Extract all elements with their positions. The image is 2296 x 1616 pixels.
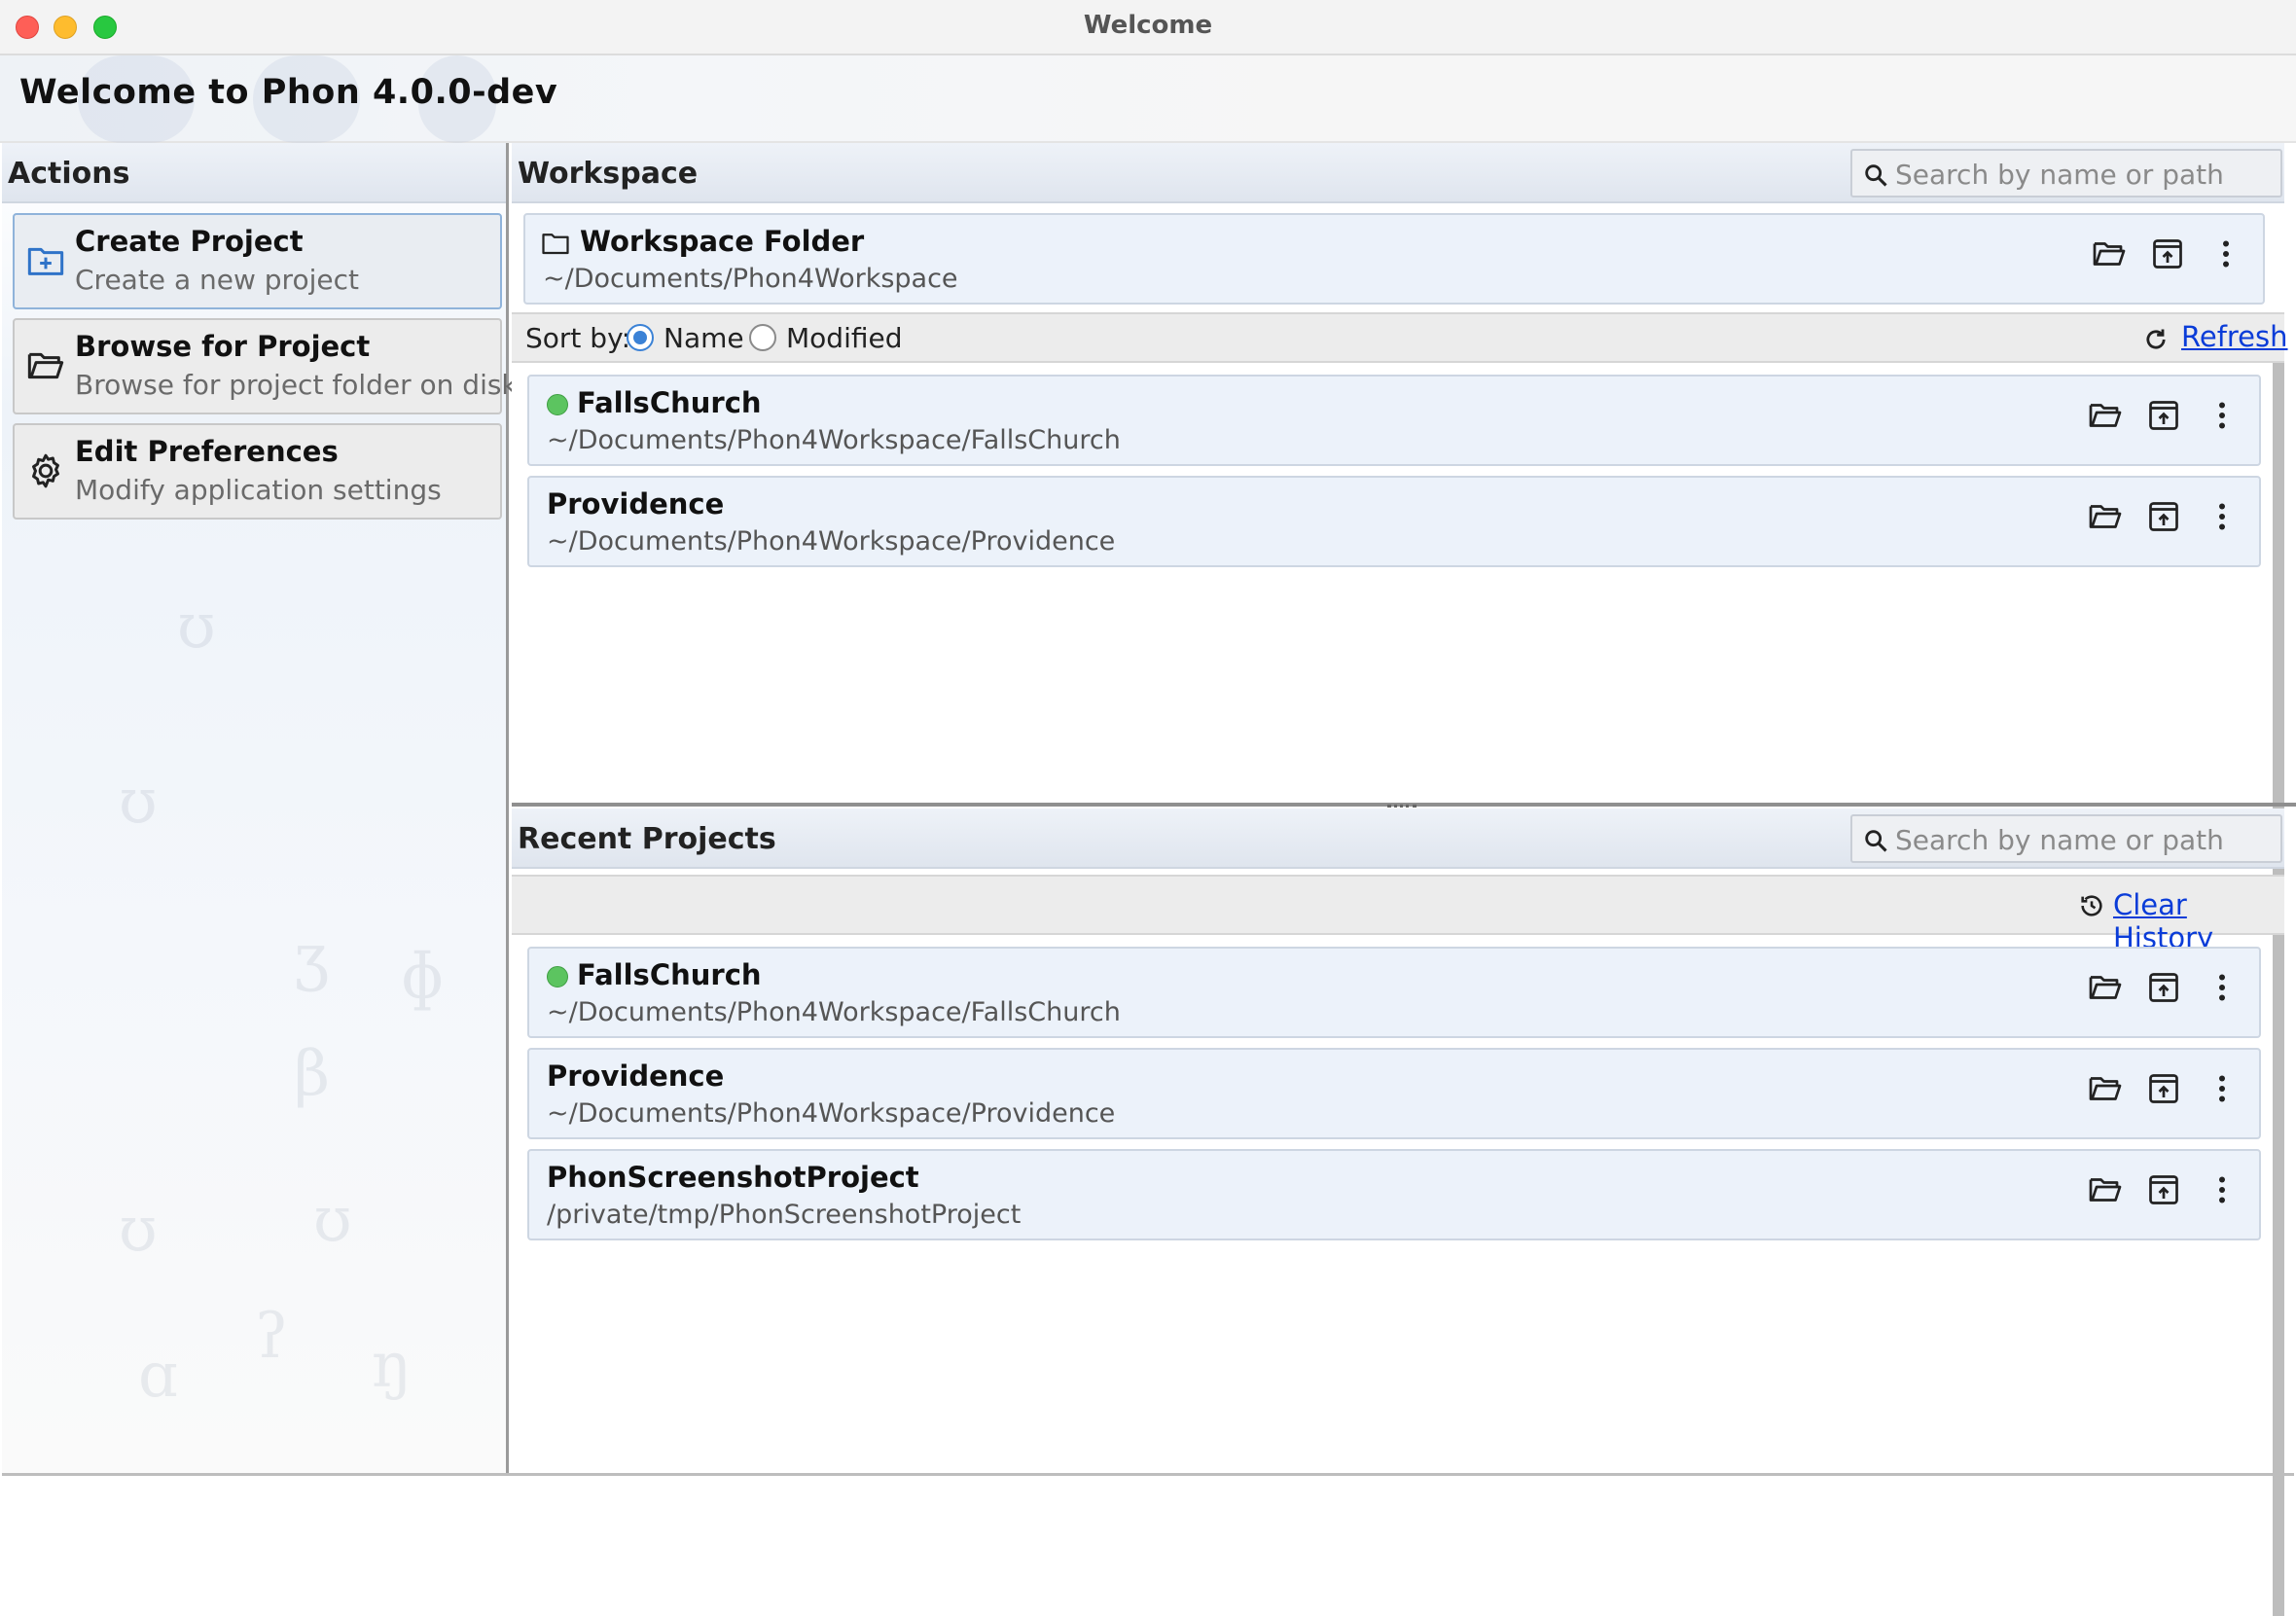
workspace-project-card[interactable]: FallsChurch ~/Documents/Phon4Workspace/F… bbox=[527, 375, 2261, 466]
project-actions bbox=[2088, 398, 2240, 437]
folder-plus-icon bbox=[27, 247, 64, 275]
window-title: Welcome bbox=[1083, 11, 1213, 40]
workspace-search-input[interactable] bbox=[1895, 156, 2275, 193]
header-banner: Welcome to Phon 4.0.0-dev bbox=[0, 55, 2296, 143]
recent-search[interactable] bbox=[1850, 814, 2282, 863]
gear-icon bbox=[32, 453, 59, 488]
background-glyph: ʔ bbox=[255, 1301, 289, 1373]
open-project-icon[interactable] bbox=[2146, 398, 2181, 433]
recent-project-card[interactable]: Providence ~/Documents/Phon4Workspace/Pr… bbox=[527, 1048, 2261, 1139]
refresh-link[interactable]: Refresh bbox=[2181, 320, 2288, 353]
window-bottom-border bbox=[2, 1473, 2294, 1476]
recent-project-card[interactable]: PhonScreenshotProject /private/tmp/PhonS… bbox=[527, 1149, 2261, 1240]
show-in-finder-icon[interactable] bbox=[2092, 236, 2127, 271]
page-title: Welcome to Phon 4.0.0-dev bbox=[19, 73, 558, 112]
project-name: FallsChurch bbox=[577, 958, 762, 991]
show-in-finder-icon[interactable] bbox=[2088, 398, 2123, 433]
search-icon bbox=[1862, 827, 1889, 854]
background-glyph: ʊ bbox=[313, 1184, 352, 1256]
create-project-button[interactable]: Create Project Create a new project bbox=[13, 213, 502, 309]
actions-header: Actions bbox=[2, 143, 506, 203]
project-name: Providence bbox=[547, 1059, 725, 1093]
clear-history-link[interactable]: Clear History bbox=[2113, 888, 2284, 954]
project-open-indicator bbox=[547, 394, 568, 415]
project-path: ~/Documents/Phon4Workspace/Providence bbox=[547, 1098, 1116, 1129]
recent-project-card[interactable]: FallsChurch ~/Documents/Phon4Workspace/F… bbox=[527, 947, 2261, 1038]
edit-preferences-description: Modify application settings bbox=[75, 474, 442, 506]
recent-toolbar: Clear History bbox=[512, 875, 2284, 954]
open-project-icon[interactable] bbox=[2146, 970, 2181, 1005]
project-name: PhonScreenshotProject bbox=[547, 1161, 919, 1194]
more-options-icon[interactable] bbox=[2205, 1172, 2240, 1207]
title-bar: Welcome bbox=[0, 0, 2296, 55]
project-actions bbox=[2088, 970, 2240, 1009]
background-glyph: ʊ bbox=[119, 1194, 158, 1266]
open-project-icon[interactable] bbox=[2146, 1172, 2181, 1207]
main-area: Workspace Workspace Folder ~/Documents/P… bbox=[512, 143, 2296, 1616]
show-in-finder-icon[interactable] bbox=[2088, 1071, 2123, 1106]
sort-name-label[interactable]: Name bbox=[664, 322, 744, 354]
workspace-folder-actions bbox=[2092, 236, 2243, 275]
more-options-icon[interactable] bbox=[2205, 1071, 2240, 1106]
more-options-icon[interactable] bbox=[2205, 499, 2240, 534]
project-path: /private/tmp/PhonScreenshotProject bbox=[547, 1200, 1022, 1230]
project-open-indicator bbox=[547, 966, 568, 988]
folder-icon bbox=[542, 233, 569, 255]
sort-modified-label[interactable]: Modified bbox=[786, 322, 902, 354]
workspace-title: Workspace bbox=[518, 157, 699, 191]
welcome-window: Welcome Welcome to Phon 4.0.0-dev ʊ ʊ ʒ … bbox=[0, 0, 2296, 1616]
sort-modified-radio[interactable] bbox=[749, 324, 776, 351]
recent-search-input[interactable] bbox=[1895, 821, 2275, 858]
open-window-icon[interactable] bbox=[2150, 236, 2185, 271]
show-in-finder-icon[interactable] bbox=[2088, 1172, 2123, 1207]
workspace-project-card[interactable]: Providence ~/Documents/Phon4Workspace/Pr… bbox=[527, 476, 2261, 567]
project-actions bbox=[2088, 1172, 2240, 1211]
actions-title: Actions bbox=[8, 157, 130, 191]
browse-project-label: Browse for Project bbox=[75, 330, 371, 363]
sort-by-label: Sort by: bbox=[525, 322, 631, 354]
open-project-icon[interactable] bbox=[2146, 1071, 2181, 1106]
project-actions bbox=[2088, 1071, 2240, 1110]
background-glyph: ŋ bbox=[372, 1330, 413, 1402]
project-path: ~/Documents/Phon4Workspace/Providence bbox=[547, 526, 1116, 557]
edit-preferences-label: Edit Preferences bbox=[75, 435, 339, 468]
project-name: Providence bbox=[547, 487, 725, 521]
background-glyph: ʊ bbox=[119, 766, 158, 838]
background-glyph: ɸ bbox=[401, 941, 445, 1013]
project-name: FallsChurch bbox=[577, 386, 762, 419]
background-glyph: β bbox=[294, 1038, 330, 1110]
show-in-finder-icon[interactable] bbox=[2088, 499, 2123, 534]
project-path: ~/Documents/Phon4Workspace/FallsChurch bbox=[547, 997, 1121, 1027]
background-glyph: ʊ bbox=[177, 591, 216, 663]
recent-scrollbar[interactable] bbox=[2273, 935, 2284, 1616]
workspace-sort-bar: Sort by: Name Modified Refresh bbox=[512, 312, 2288, 363]
more-options-icon[interactable] bbox=[2208, 236, 2243, 271]
create-project-description: Create a new project bbox=[75, 264, 359, 296]
browse-project-description: Browse for project folder on disk bbox=[75, 369, 518, 401]
workspace-search[interactable] bbox=[1850, 149, 2282, 198]
background-glyph: ɑ bbox=[138, 1340, 178, 1412]
more-options-icon[interactable] bbox=[2205, 970, 2240, 1005]
search-icon bbox=[1862, 162, 1889, 189]
open-project-icon[interactable] bbox=[2146, 499, 2181, 534]
create-project-label: Create Project bbox=[75, 225, 304, 258]
workspace-folder-label: Workspace Folder bbox=[580, 225, 865, 258]
actions-panel: ʊ ʊ ʒ ɸ β ʊ ʊ ʔ ɑ ŋ Actions Create Proje… bbox=[2, 143, 518, 1476]
workspace-folder-card[interactable]: Workspace Folder ~/Documents/Phon4Worksp… bbox=[523, 213, 2265, 305]
refresh-icon[interactable] bbox=[2142, 326, 2170, 353]
more-options-icon[interactable] bbox=[2205, 398, 2240, 433]
project-actions bbox=[2088, 499, 2240, 538]
recent-projects-title: Recent Projects bbox=[518, 822, 776, 856]
project-path: ~/Documents/Phon4Workspace/FallsChurch bbox=[547, 425, 1121, 455]
background-glyph: ʒ bbox=[294, 921, 330, 993]
history-icon[interactable] bbox=[2078, 892, 2105, 919]
sort-name-radio[interactable] bbox=[627, 324, 654, 351]
edit-preferences-button[interactable]: Edit Preferences Modify application sett… bbox=[13, 423, 502, 520]
browse-project-button[interactable]: Browse for Project Browse for project fo… bbox=[13, 318, 518, 414]
show-in-finder-icon[interactable] bbox=[2088, 970, 2123, 1005]
workspace-folder-path: ~/Documents/Phon4Workspace bbox=[543, 264, 958, 294]
folder-open-icon bbox=[26, 346, 65, 385]
